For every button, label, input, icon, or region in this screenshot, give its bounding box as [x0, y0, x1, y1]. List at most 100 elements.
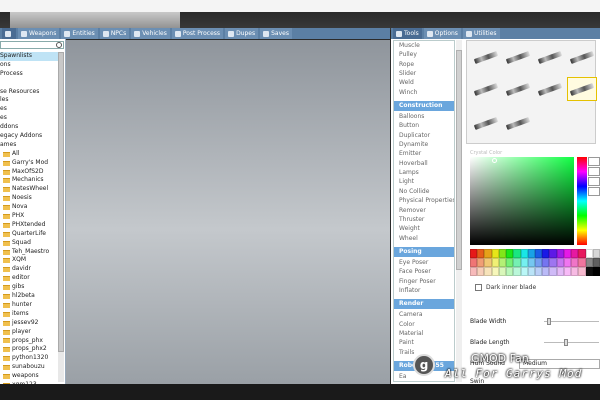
- spawn-tab-4[interactable]: Vehicles: [131, 28, 170, 39]
- tool-item[interactable]: Light: [394, 177, 454, 186]
- tool-item[interactable]: Button: [394, 121, 454, 130]
- spawn-tab-6[interactable]: Dupes: [225, 28, 259, 39]
- tool-list-scrollbar[interactable]: [456, 40, 462, 382]
- scrollbar-thumb[interactable]: [58, 52, 64, 352]
- palette-swatch[interactable]: [498, 258, 507, 267]
- tree-item[interactable]: Spawnlists: [0, 52, 60, 61]
- saber-model-4[interactable]: [567, 45, 597, 69]
- tool-item[interactable]: Weld: [394, 78, 454, 87]
- tree-item[interactable]: hl2beta: [0, 292, 60, 301]
- palette-swatch[interactable]: [571, 249, 579, 258]
- palette-swatch[interactable]: [498, 267, 507, 276]
- tree-item[interactable]: jessev92: [0, 319, 60, 328]
- spawn-tab-2[interactable]: Entities: [61, 28, 98, 39]
- palette-swatch[interactable]: [513, 267, 521, 276]
- palette-swatch[interactable]: [592, 258, 600, 267]
- palette-swatch[interactable]: [578, 249, 586, 258]
- tree-item[interactable]: ddons: [0, 123, 60, 132]
- palette-swatch[interactable]: [470, 258, 478, 267]
- tool-item[interactable]: Finger Poser: [394, 277, 454, 286]
- tree-item[interactable]: sunabouzu: [0, 363, 60, 372]
- tool-item[interactable]: Weight: [394, 224, 454, 233]
- palette-swatch[interactable]: [563, 267, 572, 276]
- color-picker-gradient[interactable]: [470, 157, 574, 245]
- tool-item[interactable]: Paint: [394, 338, 454, 347]
- palette-swatch[interactable]: [484, 258, 492, 267]
- tree-item[interactable]: QuarterLife: [0, 230, 60, 239]
- saber-model-3[interactable]: [535, 45, 565, 69]
- tree-item[interactable]: es: [0, 105, 60, 114]
- palette-swatch[interactable]: [535, 258, 543, 267]
- tree-item[interactable]: egacy Addons: [0, 132, 60, 141]
- color-picker-cursor[interactable]: [492, 158, 497, 163]
- hue-slider[interactable]: [577, 157, 587, 245]
- tree-item[interactable]: hunter: [0, 301, 60, 310]
- palette-swatch[interactable]: [578, 267, 586, 276]
- tool-category-header[interactable]: Construction: [394, 101, 454, 112]
- palette-swatch[interactable]: [563, 249, 572, 258]
- context-tab-0[interactable]: Tools: [393, 28, 422, 39]
- saber-model-9[interactable]: [471, 111, 501, 135]
- tool-item[interactable]: Hoverball: [394, 159, 454, 168]
- tree-item[interactable]: PHXtended: [0, 221, 60, 230]
- palette-swatch[interactable]: [520, 258, 528, 267]
- scrollbar-thumb[interactable]: [456, 50, 462, 270]
- palette-swatch[interactable]: [477, 267, 485, 276]
- tool-item[interactable]: Material: [394, 329, 454, 338]
- saber-model-6[interactable]: [503, 77, 533, 101]
- tree-item[interactable]: [0, 79, 60, 88]
- red-input[interactable]: [588, 157, 600, 166]
- palette-swatch[interactable]: [506, 267, 514, 276]
- tool-item[interactable]: Color: [394, 320, 454, 329]
- palette-swatch[interactable]: [556, 267, 564, 276]
- tree-item[interactable]: MaxOfS2D: [0, 168, 60, 177]
- tool-item[interactable]: Physical Properties: [394, 196, 454, 205]
- palette-swatch[interactable]: [571, 258, 579, 267]
- tree-item[interactable]: props_phx: [0, 337, 60, 346]
- blade-length-slider[interactable]: [544, 339, 599, 346]
- tool-category-header[interactable]: Render: [394, 299, 454, 310]
- tree-item[interactable]: Process: [0, 70, 60, 79]
- tree-item[interactable]: ames: [0, 141, 60, 150]
- alpha-input[interactable]: [588, 187, 600, 196]
- tool-item[interactable]: No Collide: [394, 187, 454, 196]
- dark-inner-blade-checkbox[interactable]: Dark inner blade: [475, 284, 536, 291]
- tool-item[interactable]: Muscle: [394, 41, 454, 50]
- tree-item[interactable]: weapons: [0, 372, 60, 381]
- spawn-tab-1[interactable]: Weapons: [18, 28, 60, 39]
- palette-swatch[interactable]: [520, 249, 528, 258]
- tree-item[interactable]: player: [0, 328, 60, 337]
- tool-item[interactable]: Inflator: [394, 286, 454, 295]
- palette-swatch[interactable]: [592, 249, 600, 258]
- tool-category-header[interactable]: Posing: [394, 246, 454, 257]
- tree-item[interactable]: Noesis: [0, 194, 60, 203]
- context-tab-2[interactable]: Utilities: [462, 28, 500, 39]
- checkbox-box[interactable]: [475, 284, 482, 291]
- tool-item[interactable]: Remover: [394, 206, 454, 215]
- tool-item[interactable]: Rope: [394, 60, 454, 69]
- tree-item[interactable]: se Resources: [0, 88, 60, 97]
- green-input[interactable]: [588, 167, 600, 176]
- tool-item[interactable]: Pulley: [394, 50, 454, 59]
- palette-swatch[interactable]: [542, 258, 550, 267]
- palette-swatch[interactable]: [484, 267, 492, 276]
- slider-knob[interactable]: [564, 339, 569, 346]
- palette-swatch[interactable]: [549, 258, 557, 267]
- tool-item[interactable]: Wheel: [394, 234, 454, 243]
- palette-swatch[interactable]: [527, 249, 535, 258]
- tool-item[interactable]: Face Poser: [394, 267, 454, 276]
- palette-swatch[interactable]: [542, 267, 550, 276]
- palette-swatch[interactable]: [571, 267, 579, 276]
- saber-model-7[interactable]: [535, 77, 565, 101]
- tree-scrollbar[interactable]: [58, 52, 64, 382]
- palette-swatch[interactable]: [585, 258, 593, 267]
- palette-swatch[interactable]: [585, 267, 593, 276]
- palette-swatch[interactable]: [484, 249, 492, 258]
- tool-item[interactable]: Winch: [394, 88, 454, 97]
- palette-swatch[interactable]: [592, 267, 600, 276]
- saber-model-10[interactable]: [503, 111, 533, 135]
- tool-item[interactable]: Balloons: [394, 112, 454, 121]
- palette-swatch[interactable]: [585, 249, 593, 258]
- palette-swatch[interactable]: [506, 249, 514, 258]
- tree-item[interactable]: Garry's Mod: [0, 159, 60, 168]
